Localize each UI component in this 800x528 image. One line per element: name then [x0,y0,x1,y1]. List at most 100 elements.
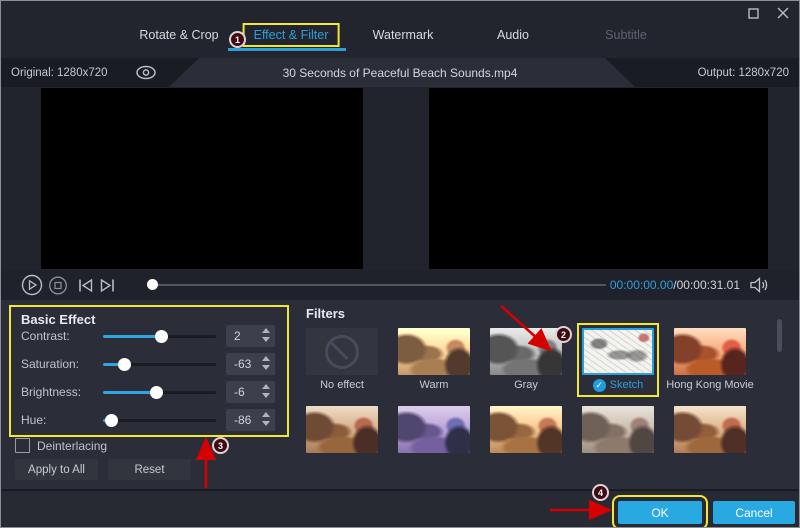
close-icon[interactable] [775,5,791,21]
filter-hong-kong-movie-thumbnail[interactable] [674,328,746,375]
maximize-icon[interactable] [745,5,761,21]
volume-icon[interactable] [749,277,769,298]
filter-preview-image [674,406,746,453]
brightness-row: Brightness: -6 [11,381,287,405]
sketch-preview-image [584,330,652,373]
stop-icon[interactable] [49,270,68,300]
brightness-slider-handle[interactable] [150,386,163,399]
video-filename: 30 Seconds of Peaceful Beach Sounds.mp4 [1,58,799,87]
saturation-value-spinner[interactable]: -63 [226,353,275,375]
output-video-preview [429,88,768,269]
active-tab-underline [228,48,346,51]
hue-slider[interactable] [103,419,216,422]
filter-preview-image [582,406,654,453]
filter-row2-1[interactable] [306,406,378,453]
filter-row2-2[interactable] [398,406,470,453]
original-video-preview [41,88,363,269]
hue-spin-down-icon[interactable] [262,421,270,426]
deinterlacing-label: Deinterlacing [37,439,107,453]
seek-bar[interactable] [148,284,606,286]
tab-effect-filter[interactable]: Effect & Filter [243,23,340,47]
saturation-slider-handle[interactable] [118,358,131,371]
brightness-slider[interactable] [103,391,216,394]
basic-effect-panel: Basic Effect Contrast:2Saturation:-63Bri… [9,305,289,437]
filter-warm-label: Warm [420,379,449,391]
filter-gray-thumbnail[interactable] [490,328,562,375]
filter-preview-image [398,328,470,375]
filter-row2-4-thumbnail[interactable] [582,406,654,453]
filter-row2-3[interactable] [490,406,562,453]
effect-content: Basic Effect Contrast:2Saturation:-63Bri… [1,300,799,489]
filter-warm-thumbnail[interactable] [398,328,470,375]
deinterlacing-checkbox[interactable] [15,438,30,453]
filter-row2-5[interactable] [674,406,746,453]
hue-slider-handle[interactable] [105,414,118,427]
saturation-spin-down-icon[interactable] [262,365,270,370]
filter-preview-image [490,406,562,453]
no-effect-icon [325,335,359,369]
saturation-value: -63 [234,353,251,375]
filter-sketch[interactable]: ✓ Sketch [582,328,654,392]
saturation-slider[interactable] [103,363,216,366]
filter-warm[interactable]: Warm [398,328,470,392]
cancel-button[interactable]: Cancel [713,501,795,524]
hue-value: -86 [234,409,251,431]
filter-gray-label: Gray [514,379,538,391]
reset-button[interactable]: Reset [108,459,191,480]
titlebar: Rotate & Crop Effect & Filter Watermark Aud… [1,1,799,58]
play-icon[interactable] [21,270,43,300]
tab-subtitle[interactable]: Subtitle [594,23,658,47]
contrast-slider-fill [103,335,161,338]
filter-row2-3-thumbnail[interactable] [490,406,562,453]
brightness-label: Brightness: [21,385,81,399]
filter-no-effect-thumbnail[interactable] [306,328,378,375]
file-info-bar: Original: 1280x720 30 Seconds of Peacefu… [1,58,799,87]
filter-hong-kong-movie[interactable]: Hong Kong Movie [674,328,746,392]
saturation-label: Saturation: [21,357,79,371]
current-time: 00:00:00.00 [610,278,673,292]
previous-frame-icon[interactable] [78,270,95,300]
filter-row2-2-thumbnail[interactable] [398,406,470,453]
footer-bar: OK Cancel [1,489,799,528]
filter-row2-5-thumbnail[interactable] [674,406,746,453]
tab-watermark[interactable]: Watermark [362,23,445,47]
contrast-spin-down-icon[interactable] [262,337,270,342]
filter-row2-4[interactable] [582,406,654,453]
selected-check-icon: ✓ [593,379,606,392]
hue-spin-up-icon[interactable] [262,412,270,417]
filter-row2-1-thumbnail[interactable] [306,406,378,453]
total-time: 00:00:31.01 [677,278,740,292]
brightness-value-spinner[interactable]: -6 [226,381,275,403]
contrast-slider-handle[interactable] [155,330,168,343]
filters-scrollbar[interactable] [777,319,782,352]
filter-sketch-label: Sketch [610,379,644,391]
contrast-value-spinner[interactable]: 2 [226,325,275,347]
next-frame-icon[interactable] [99,270,116,300]
contrast-spin-up-icon[interactable] [262,328,270,333]
effect-filter-dialog: Rotate & Crop Effect & Filter Watermark Aud… [0,0,800,528]
time-display: 00:00:00.00/00:00:31.01 [610,270,740,300]
saturation-row: Saturation: -63 [11,353,287,377]
saturation-spin-up-icon[interactable] [262,356,270,361]
brightness-spin-down-icon[interactable] [262,393,270,398]
contrast-label: Contrast: [21,329,70,343]
brightness-spin-up-icon[interactable] [262,384,270,389]
contrast-slider[interactable] [103,335,216,338]
filter-preview-image [306,406,378,453]
output-resolution-label: Output: 1280x720 [698,58,789,87]
brightness-value: -6 [234,381,245,403]
seek-handle[interactable] [147,279,158,290]
filters-title: Filters [306,306,345,321]
filter-gray[interactable]: Gray [490,328,562,392]
tab-audio[interactable]: Audio [486,23,540,47]
hue-row: Hue:-86 [11,409,287,433]
tab-rotate-crop[interactable]: Rotate & Crop [128,23,229,47]
apply-to-all-button[interactable]: Apply to All [15,459,98,480]
ok-button[interactable]: OK [618,501,702,524]
filter-no-effect[interactable]: No effect [306,328,378,392]
contrast-value: 2 [234,325,241,347]
filter-preview-image [490,328,562,375]
hue-value-spinner[interactable]: -86 [226,409,275,431]
player-bar: 00:00:00.00/00:00:31.01 [1,270,799,300]
filter-sketch-thumbnail[interactable] [582,328,654,375]
